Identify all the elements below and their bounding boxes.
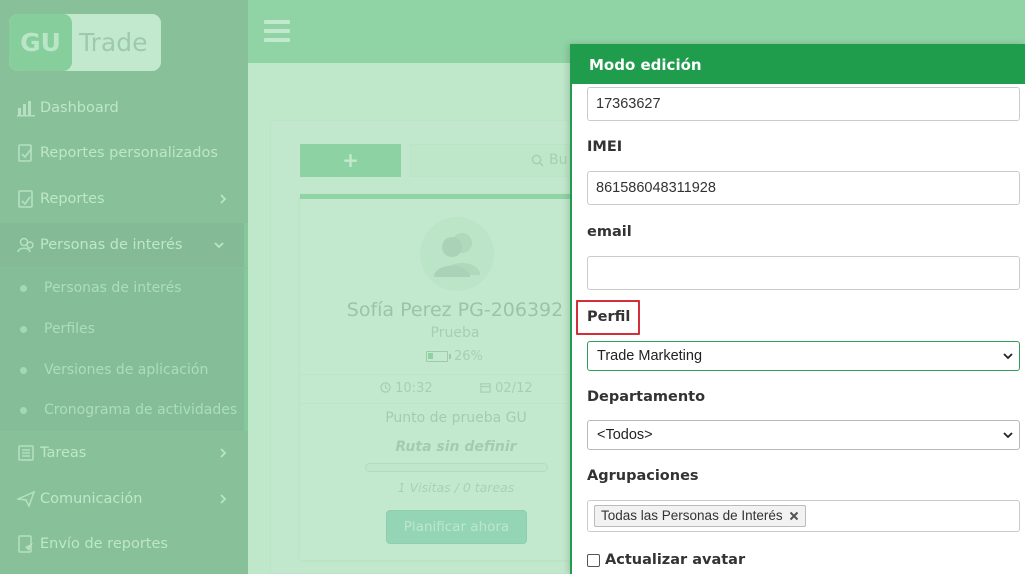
sidebar: GU Trade Dashboard Reportes personalizad… (0, 0, 248, 574)
date-value: 02/12 (495, 381, 533, 396)
agrupacion-tag: Todas las Personas de Interés (594, 505, 806, 527)
remove-tag-icon[interactable] (789, 511, 799, 521)
clock-icon (380, 382, 391, 393)
sidebar-item-dashboard[interactable]: Dashboard (0, 86, 248, 130)
submenu-item-label: Cronograma de actividades (44, 402, 238, 418)
point-of-sale: Punto de prueba GU (385, 410, 527, 426)
sidebar-item-tareas[interactable]: Tareas (0, 431, 248, 475)
paper-plane-icon (17, 490, 35, 508)
sidebar-item-label: Reportes (40, 191, 105, 207)
perfil-selected-value: Trade Marketing (597, 348, 703, 364)
sidebar-item-comunicacion[interactable]: Comunicación (0, 477, 248, 521)
sidebar-item-label: Envío de reportes (40, 536, 168, 552)
battery-icon (426, 351, 451, 362)
sidebar-item-envio-reportes[interactable]: Envío de reportes (0, 522, 248, 566)
user-silhouette-icon (434, 233, 480, 277)
app-logo[interactable]: GU Trade (9, 14, 161, 71)
chart-bars-icon (17, 101, 35, 117)
report-icon (18, 190, 33, 208)
hamburger-menu-icon[interactable] (264, 20, 290, 42)
email-field[interactable] (587, 256, 1020, 290)
departamento-label: Departamento (587, 389, 706, 405)
sidebar-item-label: Comunicación (40, 491, 143, 507)
send-report-icon (18, 535, 33, 553)
last-seen-time: 10:32 (380, 381, 433, 396)
tag-label: Todas las Personas de Interés (601, 508, 783, 523)
calendar-icon (480, 383, 491, 393)
search-placeholder: Bu (549, 152, 568, 168)
submenu-item-cronograma[interactable]: Cronograma de actividades (0, 390, 244, 430)
chevron-right-icon (220, 448, 227, 458)
add-person-button[interactable]: + (300, 144, 401, 177)
report-edit-icon (18, 144, 32, 162)
battery-level: 26% (454, 349, 483, 364)
search-icon (531, 154, 544, 167)
avatar (420, 217, 494, 291)
submenu-item-versiones[interactable]: Versiones de aplicación (0, 350, 244, 390)
sidebar-item-label: Tareas (40, 445, 87, 461)
bullet-icon (20, 284, 27, 292)
imei-field[interactable]: 861586048311928 (587, 171, 1020, 205)
sidebar-item-label: Dashboard (40, 100, 119, 116)
person-profile: Prueba (430, 325, 480, 341)
logo-text: Trade (79, 28, 148, 57)
email-label: email (587, 224, 632, 240)
route-status: Ruta sin definir (395, 439, 517, 455)
divider (300, 374, 590, 375)
bullet-icon (20, 406, 27, 414)
imei-label: IMEI (587, 139, 623, 155)
update-avatar-checkbox[interactable] (587, 553, 600, 567)
update-avatar-option[interactable]: Actualizar avatar (587, 552, 745, 568)
modal-title: Modo edición (572, 44, 1025, 84)
active-section-indicator (244, 268, 248, 431)
people-icon (17, 237, 34, 253)
tasks-icon (18, 445, 34, 461)
battery-status: 26% (426, 349, 483, 364)
departamento-select[interactable]: <Todos> (587, 420, 1020, 450)
submenu-item-label: Perfiles (44, 321, 95, 337)
sidebar-item-personas[interactable]: Personas de interés (0, 223, 248, 267)
submenu-item-label: Personas de interés (44, 280, 182, 296)
submenu-item-label: Versiones de aplicación (44, 362, 209, 378)
last-seen-date: 02/12 (480, 381, 533, 396)
agrupaciones-label: Agrupaciones (587, 468, 699, 484)
chevron-right-icon (220, 494, 227, 504)
bullet-icon (20, 366, 27, 374)
search-input[interactable]: Bu (410, 144, 580, 177)
time-value: 10:32 (395, 381, 433, 396)
divider (300, 403, 590, 404)
sidebar-item-reports[interactable]: Reportes (0, 177, 248, 221)
visits-summary: 1 Visitas / 0 tareas (397, 480, 515, 495)
chevron-down-icon (214, 242, 224, 249)
departamento-selected-value: <Todos> (597, 427, 653, 443)
sidebar-item-label: Personas de interés (40, 237, 183, 253)
bullet-icon (20, 325, 27, 333)
person-name: Sofía Perez PG-206392 (346, 299, 564, 321)
sidebar-item-label: Reportes personalizados (40, 145, 218, 161)
submenu-item-perfiles[interactable]: Perfiles (0, 309, 244, 349)
agrupaciones-multiselect[interactable]: Todas las Personas de Interés (587, 500, 1020, 532)
chevron-down-icon (1003, 353, 1013, 360)
perfil-select[interactable]: Trade Marketing (587, 341, 1020, 371)
perfil-highlight (576, 300, 640, 335)
chevron-right-icon (220, 194, 227, 204)
phone-field[interactable]: 17363627 (587, 87, 1020, 121)
logo-mark: GU (9, 14, 72, 71)
route-progress-bar (365, 463, 548, 472)
plan-now-button[interactable]: Planificar ahora (386, 510, 527, 544)
chevron-down-icon (1003, 432, 1013, 439)
personas-submenu: Personas de interés Perfiles Versiones d… (0, 268, 244, 431)
update-avatar-label: Actualizar avatar (605, 552, 746, 568)
sidebar-item-custom-reports[interactable]: Reportes personalizados (0, 131, 248, 175)
submenu-item-personas[interactable]: Personas de interés (0, 268, 244, 308)
